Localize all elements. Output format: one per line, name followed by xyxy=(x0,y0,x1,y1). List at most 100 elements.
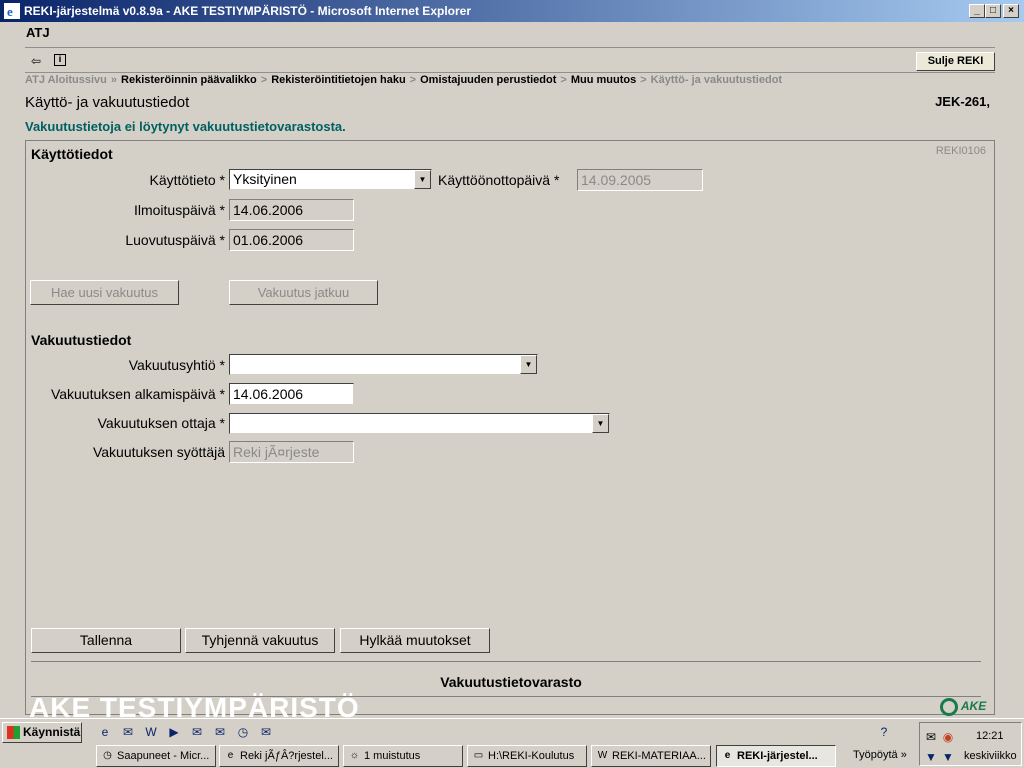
section-title-kayttotiedot: Käyttötiedot xyxy=(31,146,113,162)
task-reki-jarjestelma[interactable]: e REKI-järjestel... xyxy=(716,745,836,767)
network-tray-icon[interactable]: ◉ xyxy=(940,730,956,744)
taskbar: Käynnistä e ✉ W ▶ ✉ ✉ ◷ ✉ ? ◷ Saapuneet -… xyxy=(0,718,1024,768)
app-name: ATJ xyxy=(26,25,50,40)
ilmoitus-field: 14.06.2006 xyxy=(229,199,354,221)
task-label: REKI-järjestel... xyxy=(737,750,818,762)
start-button[interactable]: Käynnistä xyxy=(2,722,82,743)
outlook-quicklaunch-icon[interactable]: ✉ xyxy=(120,724,136,740)
word-quicklaunch-icon[interactable]: W xyxy=(143,724,159,740)
minimize-button[interactable]: _ xyxy=(969,4,985,18)
ottaja-select[interactable]: ▼ xyxy=(229,413,610,434)
breadcrumb-separator: > xyxy=(409,74,417,86)
vakuutusyhtio-label: Vakuutusyhtiö * xyxy=(128,357,225,373)
insurance-registry-title: Vakuutustietovarasto xyxy=(440,674,582,690)
back-icon[interactable]: ⇦ xyxy=(28,54,44,68)
form-code: REKI0106 xyxy=(935,145,986,157)
task-koulutus-folder[interactable]: ▭ H:\REKI-Koulutus xyxy=(467,745,587,767)
kayttoonotto-field: 14.09.2005 xyxy=(577,169,703,191)
luovutus-label: Luovutuspäivä * xyxy=(125,232,225,248)
media-quicklaunch-icon[interactable]: ▶ xyxy=(166,724,182,740)
close-reki-button[interactable]: Sulje REKI xyxy=(916,52,995,71)
kayttotieto-select[interactable]: Yksityinen ▼ xyxy=(229,169,432,190)
breadcrumb-item-other-change[interactable]: Muu muutos xyxy=(571,74,636,86)
ie-quicklaunch-icon[interactable]: e xyxy=(97,724,113,740)
syottaja-label: Vakuutuksen syöttäjä xyxy=(92,444,225,460)
task-label: Saapuneet - Micr... xyxy=(117,750,210,762)
start-label: Käynnistä xyxy=(23,725,81,739)
divider xyxy=(25,72,995,73)
breadcrumb-item-main-menu[interactable]: Rekisteröinnin päävalikko xyxy=(121,74,257,86)
chevron-down-icon[interactable]: ▼ xyxy=(414,170,431,189)
divider xyxy=(31,661,981,662)
mail2-quicklaunch-icon[interactable]: ✉ xyxy=(212,724,228,740)
windows-flag-icon xyxy=(7,726,20,739)
task-saapuneet[interactable]: ◷ Saapuneet - Micr... xyxy=(96,745,216,767)
clock[interactable]: 12:21 xyxy=(976,730,1004,742)
maximize-button[interactable]: □ xyxy=(985,4,1001,18)
close-window-button[interactable]: × xyxy=(1003,4,1019,18)
chevron-down-icon[interactable]: ▼ xyxy=(592,414,609,433)
mail-quicklaunch-icon[interactable]: ✉ xyxy=(189,724,205,740)
ake-logo: AKE xyxy=(940,698,986,716)
antivirus-tray-icon[interactable]: ▼ xyxy=(940,750,956,764)
alkamispaiva-label: Vakuutuksen alkamispäivä * xyxy=(50,386,225,402)
breadcrumb-separator: > xyxy=(640,74,647,86)
task-label: H:\REKI-Koulutus xyxy=(488,750,575,762)
ilmoitus-label: Ilmoituspäivä * xyxy=(133,202,225,218)
save-button[interactable]: Tallenna xyxy=(31,628,181,653)
kayttotieto-selected-value: Yksityinen xyxy=(233,171,297,187)
ie-icon: e xyxy=(227,750,234,761)
kayttoonotto-label: Käyttöönottopäivä * xyxy=(438,172,560,188)
internet-explorer-icon: e xyxy=(4,3,20,19)
title-bar[interactable]: e REKI-järjestelmä v0.8.9a - AKE TESTIYM… xyxy=(0,0,1024,22)
task-reki-ie[interactable]: e Reki jÃƒÂ?rjestel... xyxy=(219,745,339,767)
reminder-icon: ☼ xyxy=(349,750,360,761)
vakuutusyhtio-select[interactable]: ▼ xyxy=(229,354,538,375)
chevron-right-icon[interactable]: » xyxy=(901,749,907,761)
desktop-label: Työpöytä xyxy=(853,749,898,761)
task-label: 1 muistutus xyxy=(364,750,421,762)
mail-tray-icon[interactable]: ✉ xyxy=(923,730,939,744)
page-content: ATJ ⇦ i Sulje REKI ATJ Aloitussivu» Rekis… xyxy=(4,22,1020,718)
mail3-quicklaunch-icon[interactable]: ✉ xyxy=(258,724,274,740)
svg-text:e: e xyxy=(7,4,13,19)
outlook-icon: ◷ xyxy=(103,750,112,761)
breadcrumb-separator: > xyxy=(560,74,567,86)
ake-logo-icon xyxy=(940,698,958,716)
shield-tray-icon[interactable]: ▼ xyxy=(923,750,939,764)
chevron-down-icon[interactable]: ▼ xyxy=(520,355,537,374)
breadcrumb: ATJ Aloitussivu» Rekisteröinnin päävalikk… xyxy=(25,74,782,86)
vakuutus-jatkuu-button[interactable]: Vakuutus jatkuu xyxy=(229,280,378,305)
clock-quicklaunch-icon[interactable]: ◷ xyxy=(235,724,251,740)
folder-icon: ▭ xyxy=(473,750,484,761)
browser-window: e REKI-järjestelmä v0.8.9a - AKE TESTIYM… xyxy=(0,0,1024,718)
info-icon[interactable]: i xyxy=(54,54,66,66)
desktop-toolbar[interactable]: Työpöytä » xyxy=(853,749,907,761)
window-title: REKI-järjestelmä v0.8.9a - AKE TESTIYMPÄ… xyxy=(24,4,471,18)
registration-number: JEK-261, xyxy=(935,94,990,109)
task-label: REKI-MATERIAA... xyxy=(612,750,706,762)
hae-uusi-vakuutus-button[interactable]: Hae uusi vakuutus xyxy=(30,280,179,305)
page-title: Käyttö- ja vakuutustiedot xyxy=(25,94,190,111)
breadcrumb-separator: » xyxy=(110,74,118,86)
clear-insurance-button[interactable]: Tyhjennä vakuutus xyxy=(185,628,335,653)
breadcrumb-separator: > xyxy=(260,74,268,86)
reject-changes-button[interactable]: Hylkää muutokset xyxy=(340,628,490,653)
alkamispaiva-input[interactable]: 14.06.2006 xyxy=(229,383,354,405)
breadcrumb-item-current: Käyttö- ja vakuutustiedot xyxy=(650,74,783,86)
section-title-vakuutustiedot: Vakuutustiedot xyxy=(31,332,132,348)
weekday: keskiviikko xyxy=(964,750,1017,762)
help-icon[interactable]: ? xyxy=(876,724,892,740)
kayttotieto-label: Käyttötieto * xyxy=(149,172,226,188)
syottaja-field: Reki jÃ¤rjeste xyxy=(229,441,354,463)
breadcrumb-item-ownership[interactable]: Omistajuuden perustiedot xyxy=(420,74,556,86)
breadcrumb-item-search[interactable]: Rekisteröintitietojen haku xyxy=(271,74,405,86)
system-tray: ✉ ◉ ▼ ▼ 12:21 keskiviikko xyxy=(919,722,1022,766)
ake-logo-text: AKE xyxy=(960,699,987,714)
ie-icon: e xyxy=(724,750,731,761)
form-panel: REKI0106 Käyttötiedot Käyttötieto * Yksi… xyxy=(25,140,995,715)
task-label: Reki jÃƒÂ?rjestel... xyxy=(240,750,333,762)
task-reki-materiaali[interactable]: W REKI-MATERIAA... xyxy=(591,745,711,767)
task-muistutus[interactable]: ☼ 1 muistutus xyxy=(343,745,463,767)
breadcrumb-item-home[interactable]: ATJ Aloitussivu xyxy=(25,74,107,86)
